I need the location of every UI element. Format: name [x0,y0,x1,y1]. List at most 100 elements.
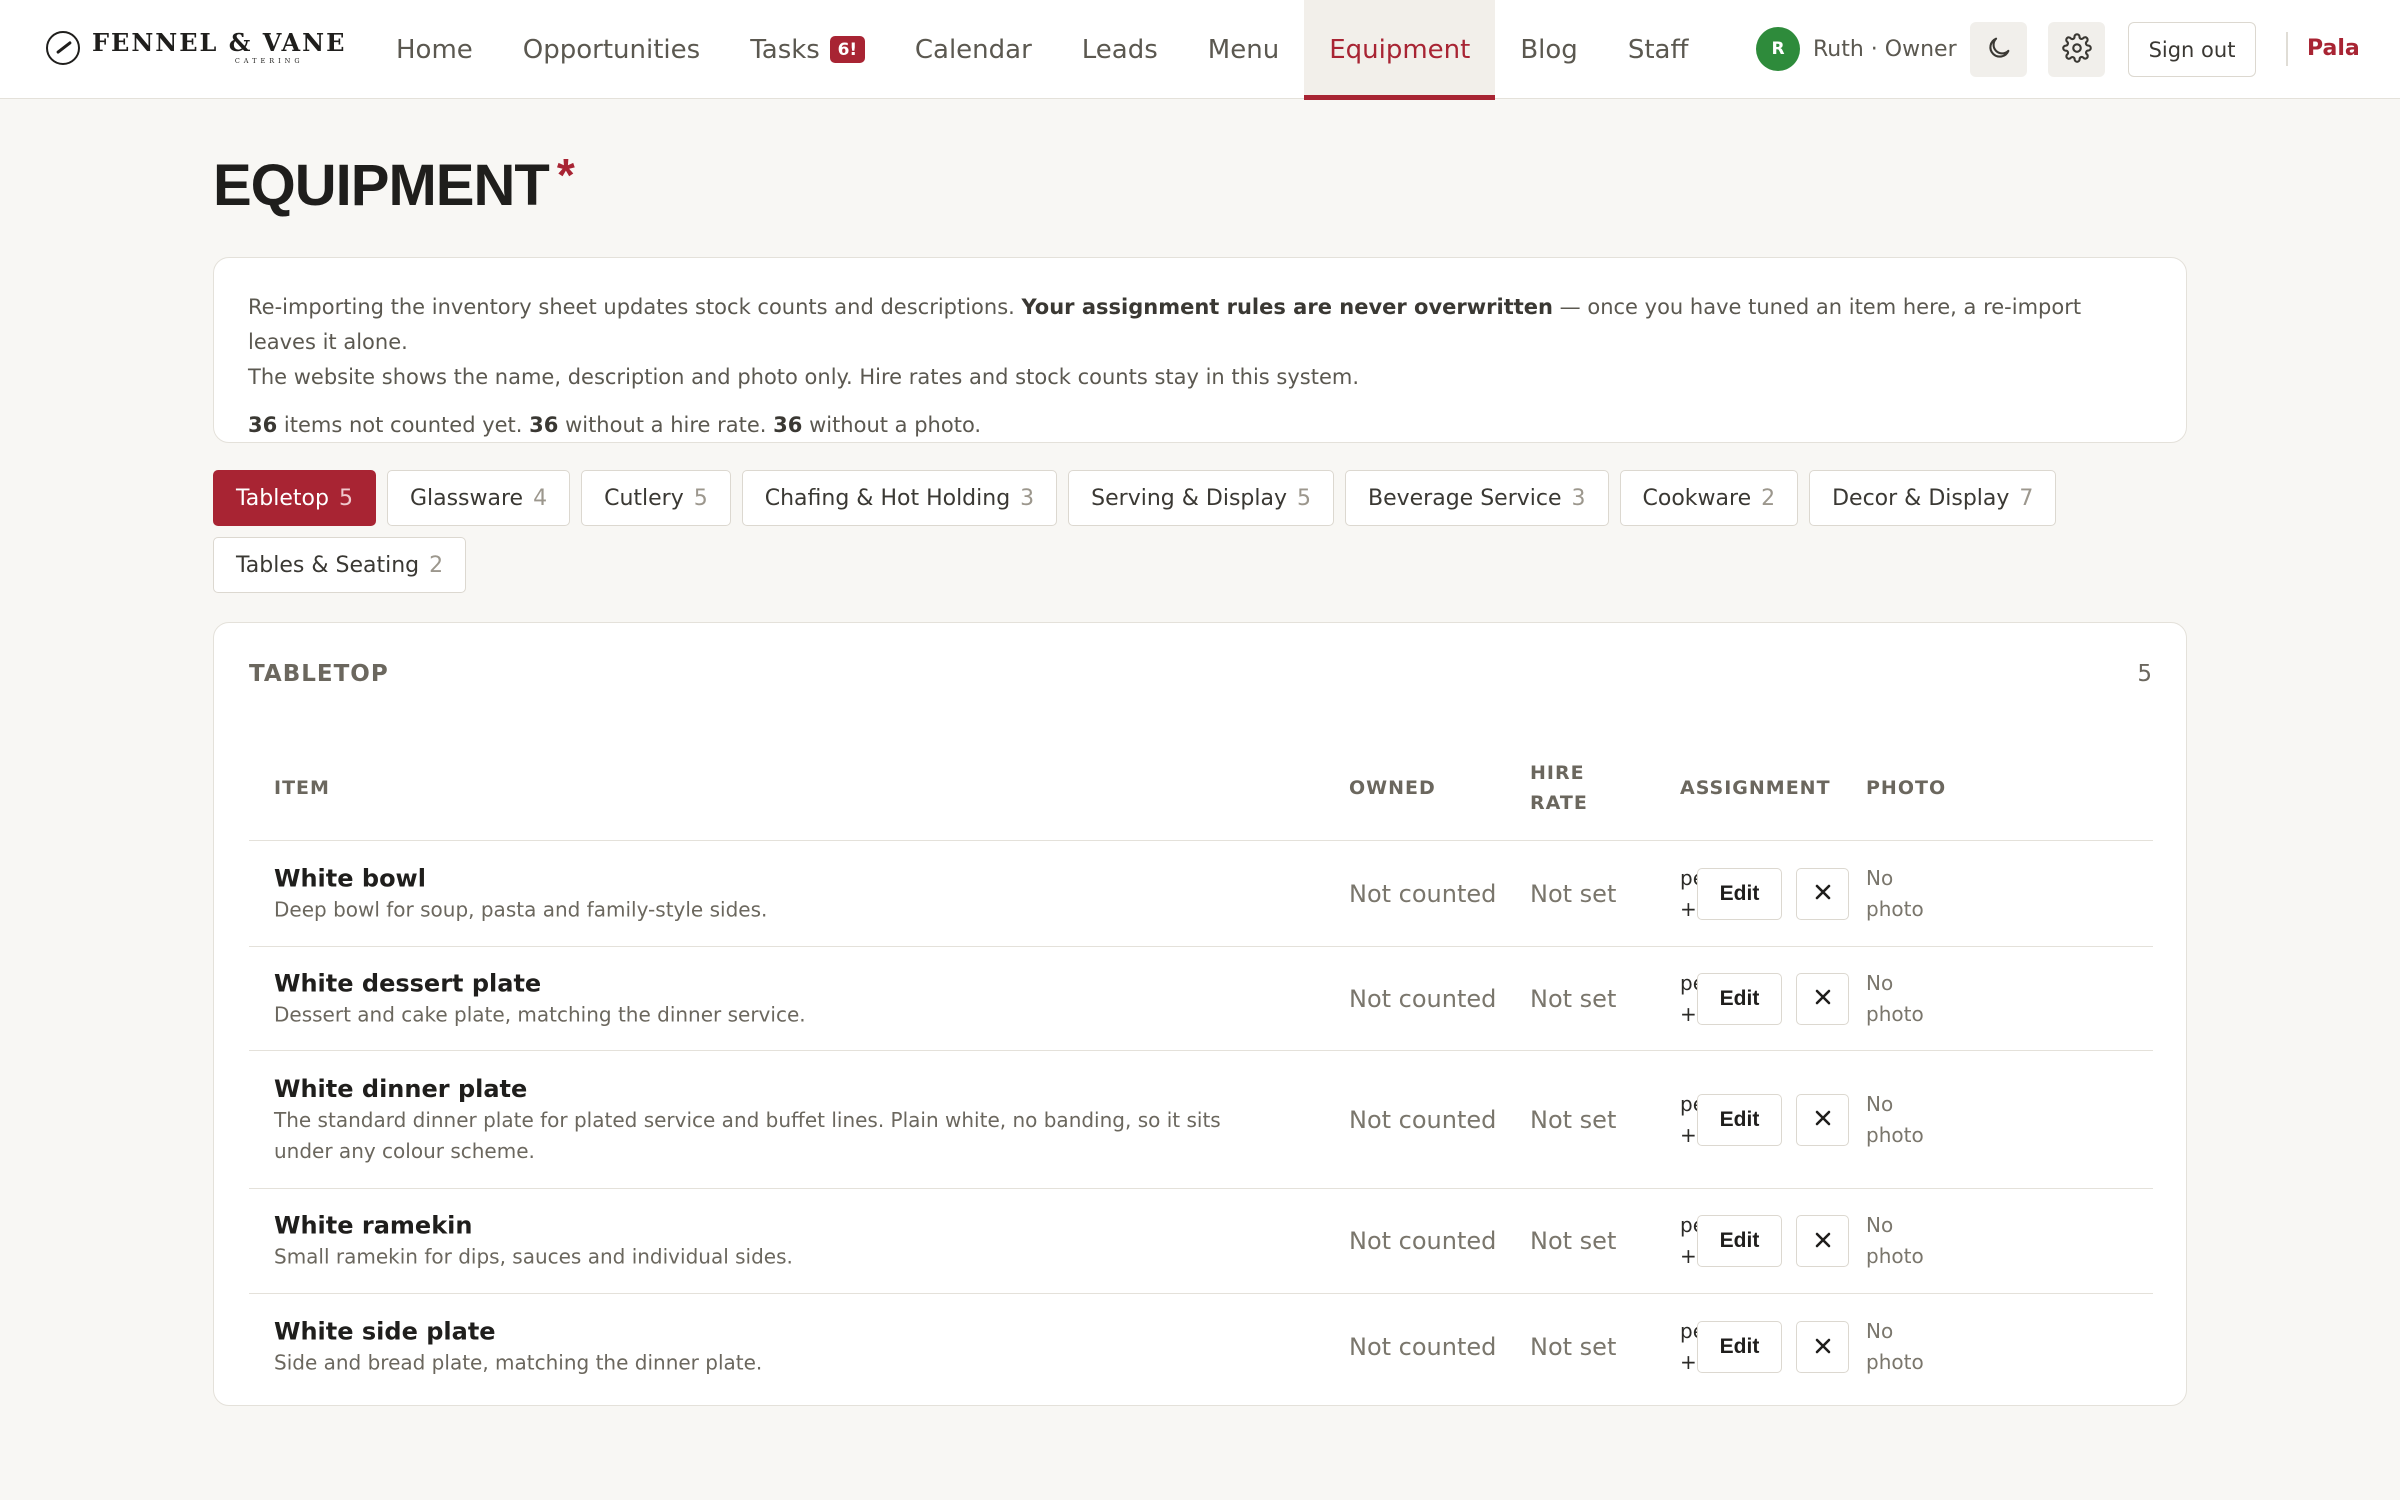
category-chip-label: Beverage Service [1368,485,1562,511]
category-chip-label: Tabletop [236,485,329,511]
delete-button[interactable] [1796,1093,1849,1146]
hire-rate-value: Not set [1530,984,1617,1013]
section-title: TABLETOP [249,661,389,687]
category-chip-count: 3 [1020,485,1035,511]
category-chip[interactable]: Tables & Seating 2 [213,537,467,593]
category-chip-count: 4 [533,485,548,511]
item-name: White bowl [274,864,426,892]
category-chip-count: 5 [1297,485,1311,511]
category-chip[interactable]: Cutlery 5 [581,470,731,526]
item-description: Dessert and cake plate, matching the din… [274,1002,806,1026]
edit-button[interactable]: Edit [1697,867,1782,920]
item-description: Deep bowl for soup, pasta and family-sty… [274,897,768,921]
category-chip-label: Cookware [1642,485,1752,511]
photo-status: No photo [1866,970,1924,1026]
category-chip[interactable]: Tabletop 5 [213,470,376,526]
hire-rate-value: Not set [1530,1105,1617,1134]
page-title: EQUIPMENT * [213,149,575,218]
delete-button[interactable] [1796,1215,1849,1267]
sign-out-button[interactable]: Sign out [2128,22,2256,77]
brand-logo[interactable]: FENNEL & VANE CATERING [46,28,346,68]
gear-icon [2061,32,2092,67]
item-name: White side plate [274,1317,496,1346]
owned-value: Not counted [1349,1105,1497,1134]
moon-icon [1985,34,2013,66]
owned-value: Not counted [1349,984,1497,1013]
stat-no-photo: 36 [773,413,803,437]
edit-button[interactable]: Edit [1697,1215,1782,1267]
column-header-owned: OWNED [1349,777,1436,799]
owned-value: Not counted [1349,1333,1497,1361]
close-icon [1814,988,1832,1009]
category-chip-label: Serving & Display [1091,485,1287,511]
item-cell: White bowl Deep bowl for soup, pasta and … [274,862,1274,925]
theme-toggle-button[interactable] [1970,22,2027,77]
tenant-link[interactable]: Pala [2307,32,2360,66]
category-chip[interactable]: Glassware 4 [386,470,571,526]
nav-divider [2286,32,2288,66]
close-icon [1814,883,1832,904]
owned-value: Not counted [1349,1227,1497,1255]
equipment-table-card: TABLETOP 5 ITEM OWNED HIRE RATE ASSIGNMEN… [213,622,2187,1406]
edit-button[interactable]: Edit [1697,1321,1782,1373]
user-menu[interactable]: R Ruth · Owner [1756,27,1957,71]
category-chip[interactable]: Chafing & Hot Holding 3 [741,470,1058,526]
category-chip-count: 2 [1761,485,1776,511]
nav-leads[interactable]: Leads [1057,0,1183,99]
tasks-count-badge: 6! [829,36,865,63]
title-mark: * [556,149,575,201]
category-chip-count: 2 [429,552,444,578]
nav-blog[interactable]: Blog [1495,0,1602,99]
settings-button[interactable] [2048,22,2105,77]
nav-equipment[interactable]: Equipment [1304,0,1496,100]
column-header-photo: PHOTO [1866,777,1947,799]
nav-tasks[interactable]: Tasks 6! [725,0,890,99]
delete-button[interactable] [1796,1321,1849,1373]
nav-home[interactable]: Home [371,0,498,99]
delete-button[interactable] [1796,972,1849,1025]
stat-no-hire-rate: 36 [529,413,559,437]
nav-menu[interactable]: Menu [1183,0,1304,99]
item-description: The standard dinner plate for plated ser… [274,1107,1221,1163]
category-chip-count: 3 [1571,485,1586,511]
nav-opportunities[interactable]: Opportunities [498,0,725,99]
brand-name: FENNEL & VANE [92,28,347,58]
item-name: White dinner plate [274,1074,528,1103]
hire-rate-value: Not set [1530,1227,1617,1255]
edit-button[interactable]: Edit [1697,972,1782,1025]
category-chip[interactable]: Beverage Service 3 [1345,470,1609,526]
nav-staff[interactable]: Staff [1603,0,1714,99]
close-icon [1814,1109,1832,1130]
item-description: Small ramekin for dips, sauces and indiv… [274,1244,793,1269]
stat-not-counted: 36 [248,413,278,437]
category-chip-label: Tables & Seating [236,552,420,578]
top-navbar: FENNEL & VANE CATERING Home Opportunities… [0,0,2400,100]
table-row: White ramekin Small ramekin for dips, sau… [249,1189,2153,1294]
close-icon [1814,1337,1832,1358]
category-chip-label: Cutlery [604,485,684,511]
item-cell: White dessert plate Dessert and cake plat… [274,967,1274,1030]
item-name: White dessert plate [274,969,542,997]
photo-status: No photo [1866,1213,1924,1268]
category-chip-label: Chafing & Hot Holding [764,485,1011,511]
column-header-assignment: ASSIGNMENT [1680,777,1831,799]
column-header-hire-rate: HIRE RATE [1530,762,1588,814]
category-chip[interactable]: Decor & Display 7 [1809,470,2057,526]
nav-calendar[interactable]: Calendar [890,0,1057,99]
info-line-2: The website shows the name, description … [248,365,1360,389]
photo-status: No photo [1866,865,1924,921]
category-chip[interactable]: Cookware 2 [1619,470,1799,526]
table-row: White bowl Deep bowl for soup, pasta and … [249,841,2153,947]
item-cell: White side plate Side and bread plate, ma… [274,1316,1274,1379]
category-chip-count: 5 [338,485,353,511]
hire-rate-value: Not set [1530,879,1617,908]
edit-button[interactable]: Edit [1697,1093,1782,1146]
item-description: Side and bread plate, matching the dinne… [274,1350,763,1375]
delete-button[interactable] [1796,867,1849,920]
table-row: White side plate Side and bread plate, ma… [249,1294,2153,1400]
hire-rate-value: Not set [1530,1333,1617,1361]
category-chip[interactable]: Serving & Display 5 [1068,470,1334,526]
section-count: 5 [2137,661,2152,687]
import-info-panel: Re-importing the inventory sheet updates… [213,257,2187,443]
table-row: White dinner plate The standard dinner pl… [249,1051,2153,1189]
